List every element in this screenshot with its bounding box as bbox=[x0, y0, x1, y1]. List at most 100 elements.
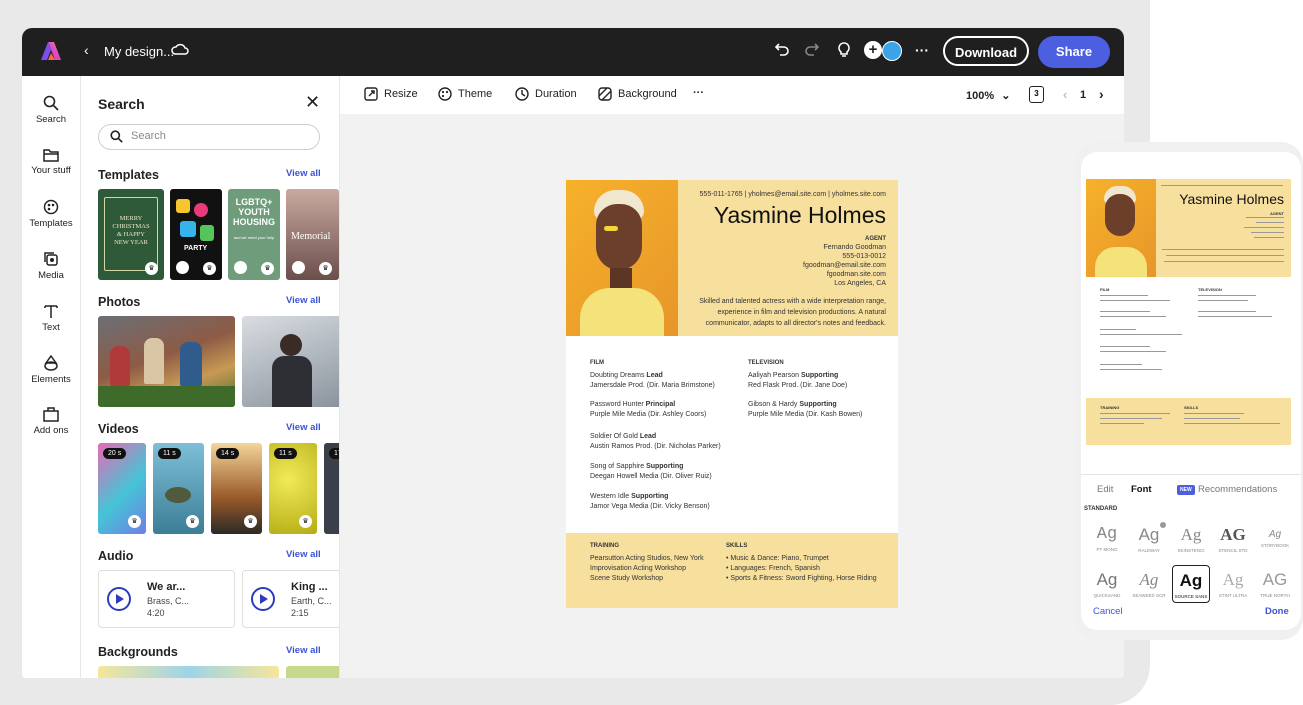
video-duration-badge: 11 s bbox=[158, 448, 181, 459]
video-thumbnail[interactable]: 11 s ♛ bbox=[153, 443, 204, 534]
rail-item-add-ons[interactable]: Add ons bbox=[22, 407, 80, 436]
play-icon bbox=[292, 261, 305, 274]
close-icon[interactable]: ✕ bbox=[305, 92, 320, 113]
download-button[interactable]: Download bbox=[943, 36, 1029, 66]
font-option[interactable]: AG TRUE NORTH bbox=[1256, 565, 1294, 603]
zoom-select[interactable]: 100% ⌄ bbox=[966, 89, 1010, 102]
video-thumbnail[interactable]: 14 s ♛ bbox=[211, 443, 262, 534]
film-production: Deegan Howell Media (Dir. Oliver Ruiz) bbox=[590, 473, 712, 480]
rail-label: Your stuff bbox=[31, 165, 71, 176]
videos-view-all-link[interactable]: View all bbox=[286, 422, 321, 433]
template-thumbnail[interactable]: PARTY ♛ bbox=[170, 189, 222, 280]
more-tools-icon[interactable]: ··· bbox=[693, 87, 704, 99]
font-option[interactable]: Ag SKINSTENCI bbox=[1172, 520, 1210, 558]
rail-item-media[interactable]: Media bbox=[22, 251, 80, 281]
mobile-agent-heading: AGENT bbox=[1270, 211, 1284, 216]
premium-crown-icon: ♛ bbox=[186, 515, 199, 528]
video-thumbnail[interactable]: 11 s ♛ bbox=[269, 443, 317, 534]
pages-icon[interactable]: 3 bbox=[1029, 86, 1044, 103]
rail-item-your-stuff[interactable]: Your stuff bbox=[22, 147, 80, 176]
avatar[interactable] bbox=[882, 41, 902, 61]
font-option-selected[interactable]: Ag SOURCE SANS bbox=[1172, 565, 1210, 603]
font-option[interactable]: Ag PT MONO bbox=[1088, 520, 1126, 558]
templates-view-all-link[interactable]: View all bbox=[286, 168, 321, 179]
agent-line: Los Angeles, CA bbox=[834, 280, 886, 287]
photo-thumbnail[interactable] bbox=[98, 316, 235, 407]
credit-role: Principal bbox=[645, 401, 676, 408]
skills-line: • Languages: French, Spanish bbox=[726, 565, 820, 572]
search-icon bbox=[110, 130, 123, 143]
audio-card[interactable]: King ... Earth, C... 2:15 bbox=[242, 570, 339, 628]
audio-duration: 2:15 bbox=[291, 608, 309, 618]
background-thumbnail[interactable] bbox=[286, 666, 339, 678]
font-option[interactable]: Ag RALEWAY bbox=[1130, 520, 1168, 558]
theme-button[interactable]: Theme bbox=[438, 87, 492, 101]
audio-title: We ar... bbox=[147, 581, 186, 593]
duration-button[interactable]: Duration bbox=[515, 87, 577, 101]
rail-item-templates[interactable]: Templates bbox=[22, 199, 80, 229]
resize-label: Resize bbox=[384, 87, 418, 100]
background-button[interactable]: Background bbox=[598, 87, 677, 101]
film-credit: Password Hunter Principal bbox=[590, 401, 675, 408]
photo-thumbnail[interactable] bbox=[242, 316, 339, 407]
resume-name[interactable]: Yasmine Holmes bbox=[714, 202, 886, 229]
font-sample: AG bbox=[1262, 570, 1288, 589]
resize-button[interactable]: Resize bbox=[364, 87, 418, 101]
mobile-skills-line bbox=[1184, 413, 1244, 414]
panel-title: Search bbox=[98, 96, 145, 112]
text-icon bbox=[44, 305, 58, 318]
font-option[interactable]: AG STENCIL STD bbox=[1214, 520, 1252, 558]
video-thumbnail[interactable]: 17 bbox=[324, 443, 339, 534]
resume-page[interactable]: 555-011-1765 | yholmes@email.site.com | … bbox=[566, 180, 898, 608]
play-icon[interactable] bbox=[251, 587, 275, 611]
template-text: PARTY bbox=[184, 245, 208, 252]
more-options-icon[interactable]: ··· bbox=[915, 42, 929, 58]
rail-item-text[interactable]: Text bbox=[22, 303, 80, 333]
back-icon[interactable]: ‹ bbox=[84, 42, 89, 58]
mobile-training-line bbox=[1100, 423, 1144, 424]
tab-recommendations[interactable]: Recommendations bbox=[1198, 484, 1277, 495]
next-page-icon[interactable]: › bbox=[1099, 86, 1104, 102]
film-production: Purple Mile Media (Dir. Ashley Coors) bbox=[590, 411, 707, 418]
font-option[interactable]: Ag SEAWEED SCR bbox=[1130, 565, 1168, 603]
lightbulb-icon[interactable] bbox=[836, 41, 852, 59]
photos-view-all-link[interactable]: View all bbox=[286, 295, 321, 306]
invite-button[interactable]: + bbox=[864, 41, 882, 59]
audio-card[interactable]: We ar... Brass, C... 4:20 bbox=[98, 570, 235, 628]
redo-icon[interactable] bbox=[804, 41, 820, 57]
background-thumbnail[interactable] bbox=[98, 666, 279, 678]
play-icon bbox=[176, 261, 189, 274]
template-thumbnail[interactable]: Memorial ♛ bbox=[286, 189, 339, 280]
tv-production: Red Flask Prod. (Dir. Jane Doe) bbox=[748, 382, 848, 389]
credit-role: Supporting bbox=[631, 493, 669, 500]
template-text: LGBTQ+ YOUTH HOUSING bbox=[232, 197, 275, 227]
template-thumbnail[interactable]: LGBTQ+ YOUTH HOUSING and we need your he… bbox=[228, 189, 280, 280]
font-option[interactable]: Ag STORYBOOK bbox=[1256, 520, 1294, 558]
rail-item-search[interactable]: Search bbox=[22, 95, 80, 125]
font-option[interactable]: Ag QUICKSAND bbox=[1088, 565, 1126, 603]
media-icon bbox=[44, 252, 58, 266]
rail-item-elements[interactable]: Elements bbox=[22, 355, 80, 385]
tab-edit[interactable]: Edit bbox=[1097, 484, 1113, 495]
mobile-bio-line bbox=[1162, 249, 1284, 250]
undo-icon[interactable] bbox=[774, 41, 790, 57]
film-heading: FILM bbox=[590, 360, 604, 366]
cancel-button[interactable]: Cancel bbox=[1093, 606, 1123, 617]
audio-view-all-link[interactable]: View all bbox=[286, 549, 321, 560]
document-name[interactable]: My design... bbox=[104, 44, 174, 59]
credit-title: Doubting Dreams bbox=[590, 372, 645, 379]
search-input[interactable]: Search bbox=[98, 124, 320, 150]
headshot-image[interactable] bbox=[566, 180, 678, 336]
tab-font[interactable]: Font bbox=[1131, 484, 1152, 495]
video-thumbnail[interactable]: 20 s ♛ bbox=[98, 443, 146, 534]
app-logo-icon[interactable] bbox=[40, 40, 62, 62]
done-button[interactable]: Done bbox=[1265, 606, 1289, 617]
font-option[interactable]: Ag STINT ULTRA bbox=[1214, 565, 1252, 603]
templates-heading: Templates bbox=[98, 168, 159, 182]
backgrounds-view-all-link[interactable]: View all bbox=[286, 645, 321, 656]
share-button[interactable]: Share bbox=[1038, 36, 1110, 68]
prev-page-icon[interactable]: ‹ bbox=[1063, 87, 1067, 102]
play-icon[interactable] bbox=[107, 587, 131, 611]
template-thumbnail[interactable]: MERRY CHRISTMAS & HAPPY NEW YEAR ♛ bbox=[98, 189, 164, 280]
mobile-resume-page[interactable]: Yasmine Holmes AGENT FILM TELEVISION TRA… bbox=[1086, 179, 1291, 445]
